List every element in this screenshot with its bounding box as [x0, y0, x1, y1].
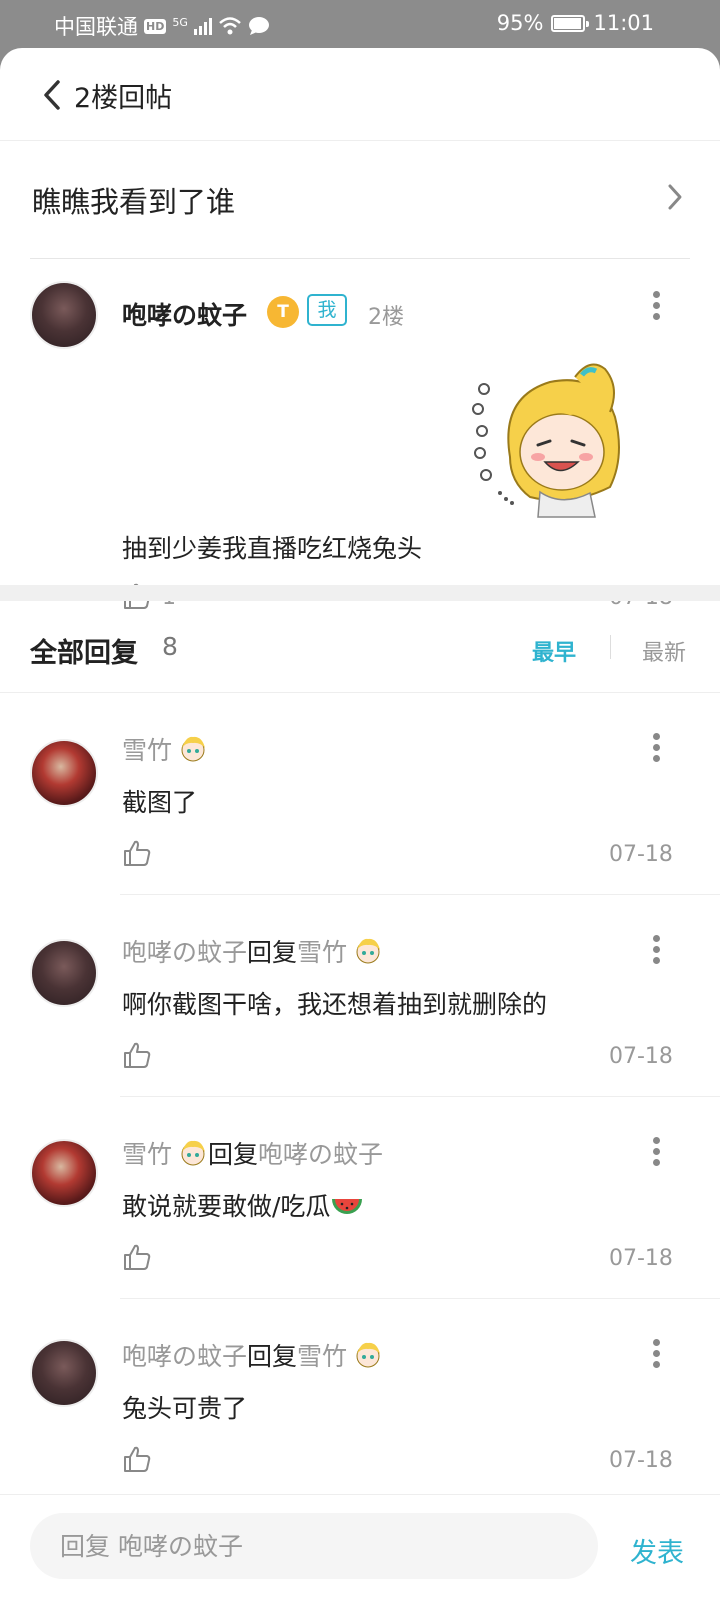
reply-header: 咆哮の蚊子 回复 雪竹 — [122, 1337, 383, 1373]
avatar[interactable] — [30, 939, 98, 1007]
reply-date: 07-18 — [609, 1448, 673, 1473]
reply-item: 雪竹 回复 咆哮の蚊子 敢说就要敢做/吃瓜 07-18 — [0, 1097, 720, 1299]
reply-word: 回复 — [247, 938, 298, 967]
anime-avatar-badge-icon — [181, 736, 206, 762]
more-options-icon[interactable] — [653, 935, 661, 964]
status-right: 95% 11:01 — [497, 11, 654, 35]
reply-author[interactable]: 咆哮の蚊子 — [122, 933, 247, 969]
chat-bubble-icon — [248, 17, 269, 35]
reply-text: 啊你截图干啥，我还想着抽到就删除的 — [122, 990, 548, 1019]
page-title: 2楼回帖 — [74, 83, 173, 114]
author-name[interactable]: 咆哮の蚊子 — [122, 296, 247, 332]
avatar[interactable] — [30, 1339, 98, 1407]
top-bar: 2楼回帖 — [0, 48, 720, 141]
reply-word: 回复 — [247, 1342, 298, 1371]
reply-author[interactable]: 雪竹 — [122, 731, 172, 767]
avatar[interactable] — [30, 281, 98, 349]
anime-avatar-badge-icon — [356, 1342, 381, 1368]
network-label: 5G — [172, 15, 188, 29]
reply-author[interactable]: 咆哮の蚊子 — [122, 1337, 247, 1373]
thumbs-up-icon[interactable] — [122, 1040, 152, 1070]
more-options-icon[interactable] — [653, 291, 661, 320]
thumbs-up-icon[interactable] — [122, 838, 152, 868]
reply-target[interactable]: 咆哮の蚊子 — [258, 1135, 383, 1171]
avatar[interactable] — [30, 1139, 98, 1207]
sort-newest-tab[interactable]: 最新 — [642, 635, 686, 667]
reply-target[interactable]: 雪竹 — [297, 1337, 347, 1373]
reply-text: 截图了 — [122, 788, 198, 817]
me-badge: 我 — [307, 294, 347, 326]
thread-title: 瞧瞧我看到了谁 — [32, 185, 236, 219]
replies-header: 全部回复 8 最早 最新 — [0, 601, 720, 693]
laughing-anime-girl-sticker — [472, 363, 620, 518]
signal-icon — [193, 17, 212, 35]
reply-header: 咆哮の蚊子 回复 雪竹 — [122, 933, 383, 969]
chevron-right-icon — [668, 184, 682, 210]
reply-item: 雪竹 截图了 07-18 — [0, 693, 720, 895]
reply-header: 雪竹 — [122, 731, 208, 767]
clock: 11:01 — [593, 11, 654, 35]
status-bar: 中国联通 HD 5G 95% 11:01 — [0, 0, 720, 48]
reply-word: 回复 — [208, 1140, 259, 1169]
reply-sheet: 2楼回帖 瞧瞧我看到了谁 咆哮の蚊子 T 我 2楼 抽到少姜我直播吃红烧兔头 全… — [0, 48, 720, 1600]
more-options-icon[interactable] — [653, 1137, 661, 1166]
avatar[interactable] — [30, 739, 98, 807]
reply-target[interactable]: 雪竹 — [297, 933, 347, 969]
replies-count: 8 — [162, 632, 178, 661]
reply-header: 雪竹 回复 咆哮の蚊子 — [122, 1135, 383, 1171]
section-divider — [0, 585, 720, 601]
hd-badge: HD — [144, 18, 167, 34]
bottom-reply-bar: 发表 — [0, 1494, 720, 1600]
thumbs-up-icon[interactable] — [122, 1242, 152, 1272]
floor-post: 咆哮の蚊子 T 我 2楼 抽到少姜我直播吃红烧兔头 — [0, 259, 720, 610]
send-button[interactable]: 发表 — [630, 1531, 684, 1570]
reply-date: 07-18 — [609, 842, 673, 867]
reply-date: 07-18 — [609, 1246, 673, 1271]
reply-date: 07-18 — [609, 1044, 673, 1069]
thread-link[interactable]: 瞧瞧我看到了谁 — [30, 141, 690, 259]
reply-item: 咆哮の蚊子 回复 雪竹 啊你截图干啥，我还想着抽到就删除的 07-18 — [0, 895, 720, 1097]
coin-badge-icon: T — [267, 296, 299, 328]
wifi-icon — [219, 17, 241, 35]
watermelon-emoji-icon — [332, 1199, 363, 1214]
post-text: 抽到少姜我直播吃红烧兔头 — [122, 534, 423, 563]
anime-avatar-badge-icon — [181, 1140, 206, 1166]
thumbs-up-icon[interactable] — [122, 1444, 152, 1474]
floor-number: 2楼 — [368, 305, 404, 330]
battery-icon — [551, 14, 590, 32]
reply-text: 兔头可贵了 — [122, 1394, 248, 1423]
reply-author[interactable]: 雪竹 — [122, 1135, 172, 1171]
anime-avatar-badge-icon — [356, 938, 381, 964]
battery-fill — [554, 17, 582, 29]
sort-earliest-tab[interactable]: 最早 — [532, 635, 576, 667]
more-options-icon[interactable] — [653, 733, 661, 762]
sort-divider — [610, 635, 611, 659]
replies-title: 全部回复 — [30, 638, 138, 669]
chevron-left-icon[interactable] — [38, 78, 66, 112]
carrier-label: 中国联通 — [54, 15, 138, 39]
reply-input[interactable] — [30, 1513, 598, 1579]
reply-item: 咆哮の蚊子 回复 雪竹 兔头可贵了 07-18 — [0, 1299, 720, 1501]
more-options-icon[interactable] — [653, 1339, 661, 1368]
reply-text-content: 敢说就要敢做/吃瓜 — [122, 1192, 331, 1221]
battery-percent: 95% — [496, 11, 544, 35]
reply-text: 敢说就要敢做/吃瓜 — [122, 1187, 364, 1223]
status-left: 中国联通 HD 5G — [54, 11, 270, 41]
